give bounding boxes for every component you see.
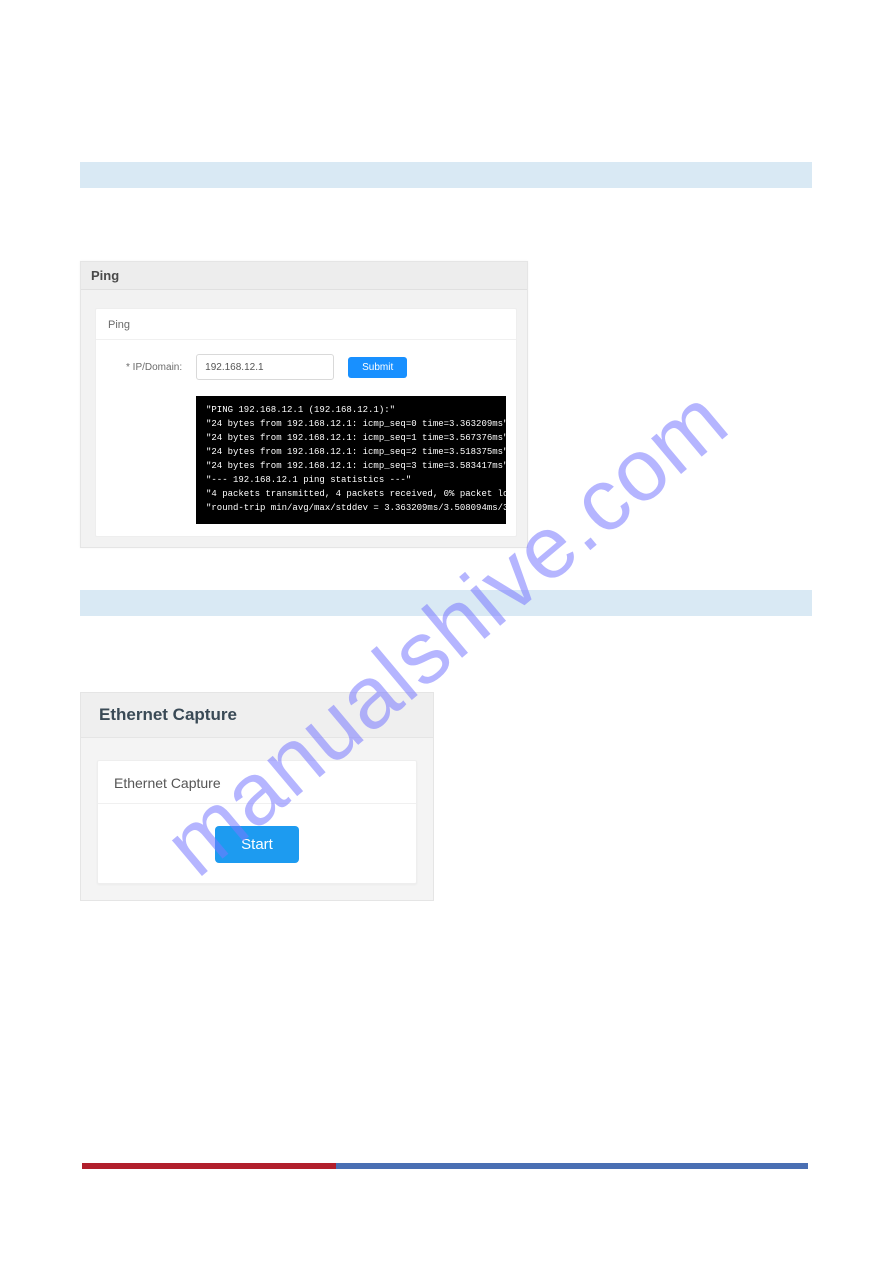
ping-panel-title: Ping (81, 262, 527, 290)
ethernet-capture-panel: Ethernet Capture Ethernet Capture Start (80, 692, 434, 901)
submit-button[interactable]: Submit (348, 357, 407, 378)
footer-bar (82, 1163, 808, 1169)
ping-panel: Ping Ping * IP/Domain: Submit "PING 192.… (80, 261, 528, 548)
footer-bar-red (82, 1163, 336, 1169)
section-divider-2 (80, 590, 812, 616)
start-button[interactable]: Start (215, 826, 299, 863)
ping-card: Ping * IP/Domain: Submit "PING 192.168.1… (95, 308, 517, 537)
ip-domain-label: * IP/Domain: (126, 362, 182, 373)
ethernet-capture-card-title: Ethernet Capture (98, 761, 416, 804)
section-divider-1 (80, 162, 812, 188)
ethernet-capture-title: Ethernet Capture (81, 693, 433, 738)
ip-domain-input[interactable] (196, 354, 334, 380)
ethernet-capture-card: Ethernet Capture Start (97, 760, 417, 884)
ping-output-terminal: "PING 192.168.12.1 (192.168.12.1):" "24 … (196, 396, 506, 524)
ping-form-row: * IP/Domain: Submit (96, 340, 516, 390)
footer-bar-blue (336, 1163, 808, 1169)
ping-card-title: Ping (96, 309, 516, 340)
